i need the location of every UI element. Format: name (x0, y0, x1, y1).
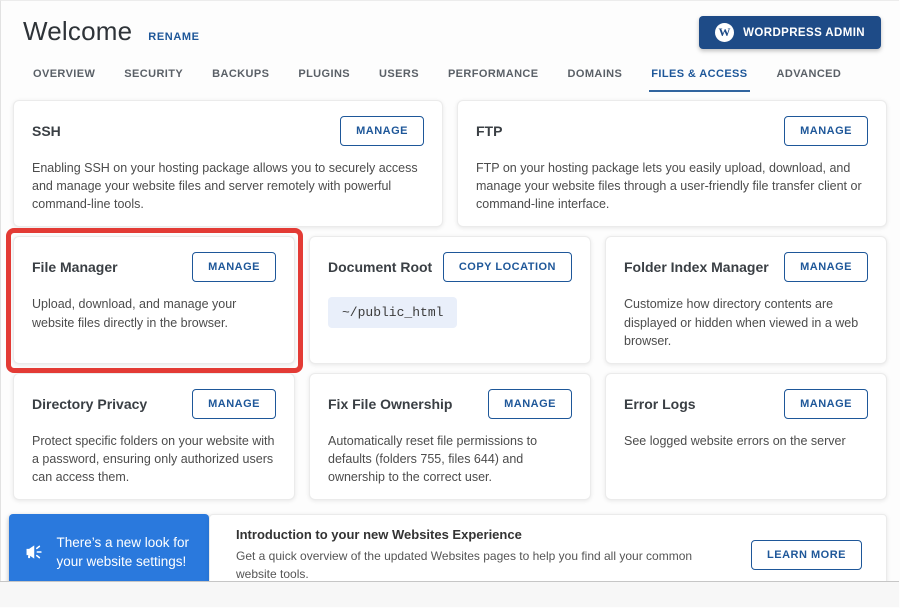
tab-plugins[interactable]: PLUGINS (296, 62, 352, 92)
tab-bar: OVERVIEW SECURITY BACKUPS PLUGINS USERS … (1, 62, 899, 92)
tab-backups[interactable]: BACKUPS (210, 62, 271, 92)
page-title: Welcome (23, 16, 132, 47)
card-fix-file-ownership: Fix File Ownership MANAGE Automatically … (309, 373, 591, 500)
card-ssh: SSH MANAGE Enabling SSH on your hosting … (13, 100, 443, 227)
file-manager-description: Upload, download, and manage your websit… (32, 295, 276, 331)
copy-location-button[interactable]: COPY LOCATION (443, 252, 572, 282)
card-error-logs: Error Logs MANAGE See logged website err… (605, 373, 887, 500)
error-logs-manage-button[interactable]: MANAGE (784, 389, 868, 419)
ssh-description: Enabling SSH on your hosting package all… (32, 159, 424, 213)
tab-advanced[interactable]: ADVANCED (775, 62, 844, 92)
learn-more-button[interactable]: LEARN MORE (751, 540, 862, 570)
footer-strip (0, 581, 899, 607)
promo-text: There’s a new look for your website sett… (56, 533, 193, 572)
banner-title: Introduction to your new Websites Experi… (236, 527, 721, 542)
folder-index-manager-manage-button[interactable]: MANAGE (784, 252, 868, 282)
card-folder-index-manager: Folder Index Manager MANAGE Customize ho… (605, 236, 887, 363)
ssh-title: SSH (32, 123, 61, 139)
wordpress-logo-icon: W (715, 23, 734, 42)
ftp-manage-button[interactable]: MANAGE (784, 116, 868, 146)
tab-domains[interactable]: DOMAINS (566, 62, 625, 92)
document-root-path: ~/public_html (328, 297, 457, 328)
fix-file-ownership-title: Fix File Ownership (328, 396, 452, 412)
directory-privacy-manage-button[interactable]: MANAGE (192, 389, 276, 419)
welcome-row: Welcome RENAME (23, 16, 200, 47)
promo-callout: There’s a new look for your website sett… (9, 514, 209, 590)
wordpress-admin-button[interactable]: W WORDPRESS ADMIN (699, 16, 881, 49)
directory-privacy-description: Protect specific folders on your website… (32, 432, 276, 486)
tab-users[interactable]: USERS (377, 62, 421, 92)
cards-area: SSH MANAGE Enabling SSH on your hosting … (1, 100, 899, 596)
tab-performance[interactable]: PERFORMANCE (446, 62, 541, 92)
directory-privacy-title: Directory Privacy (32, 396, 147, 412)
wordpress-admin-label: WORDPRESS ADMIN (743, 27, 865, 39)
folder-index-manager-title: Folder Index Manager (624, 259, 769, 275)
error-logs-description: See logged website errors on the server (624, 432, 868, 450)
file-manager-highlight-wrapper: File Manager MANAGE Upload, download, an… (13, 236, 295, 363)
file-manager-title: File Manager (32, 259, 118, 275)
tab-files-and-access[interactable]: FILES & ACCESS (649, 62, 749, 92)
fix-file-ownership-description: Automatically reset file permissions to … (328, 432, 572, 486)
ftp-description: FTP on your hosting package lets you eas… (476, 159, 868, 213)
folder-index-manager-description: Customize how directory contents are dis… (624, 295, 868, 349)
ftp-title: FTP (476, 123, 502, 139)
banner-text: Introduction to your new Websites Experi… (236, 527, 751, 583)
card-ftp: FTP MANAGE FTP on your hosting package l… (457, 100, 887, 227)
tab-security[interactable]: SECURITY (122, 62, 185, 92)
hosting-settings-page: Welcome RENAME W WORDPRESS ADMIN OVERVIE… (0, 0, 899, 607)
error-logs-title: Error Logs (624, 396, 696, 412)
megaphone-icon (25, 536, 43, 568)
document-root-title: Document Root (328, 259, 432, 275)
card-file-manager: File Manager MANAGE Upload, download, an… (13, 236, 295, 363)
file-manager-manage-button[interactable]: MANAGE (192, 252, 276, 282)
card-directory-privacy: Directory Privacy MANAGE Protect specifi… (13, 373, 295, 500)
page-header: Welcome RENAME W WORDPRESS ADMIN (1, 1, 899, 49)
ssh-manage-button[interactable]: MANAGE (340, 116, 424, 146)
banner-description: Get a quick overview of the updated Webs… (236, 547, 721, 583)
fix-file-ownership-manage-button[interactable]: MANAGE (488, 389, 572, 419)
tab-overview[interactable]: OVERVIEW (31, 62, 97, 92)
card-document-root: Document Root COPY LOCATION ~/public_htm… (309, 236, 591, 363)
rename-link[interactable]: RENAME (148, 31, 199, 43)
